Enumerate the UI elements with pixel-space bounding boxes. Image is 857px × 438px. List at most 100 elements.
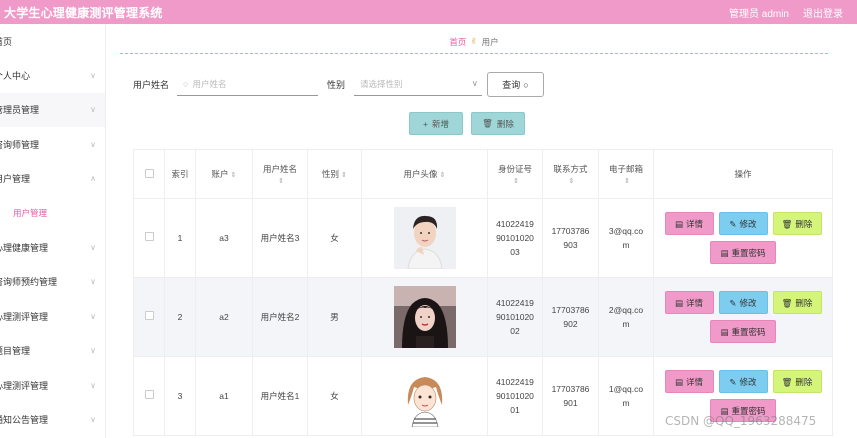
pencil-icon: ✎ [729, 376, 737, 387]
sidebar-subitem-user-management[interactable]: 用户管理 [0, 196, 105, 230]
sidebar-item-counselor-management[interactable]: 咨询师管理 ∨ [0, 127, 105, 162]
cell-gender: 女 [307, 198, 362, 278]
cell-name: 用户姓名2 [252, 277, 308, 357]
header-index: 索引 [164, 149, 196, 199]
sidebar-item-mental-health[interactable]: 心理健康管理 ∨ [0, 230, 105, 265]
cell-email: 2@qq.co m [598, 277, 654, 357]
name-label: 用户姓名 [133, 79, 170, 90]
user-table: 索引 账户 ⇕ 用户姓名 ⇕ 性别 ⇕ 用户头像 ⇕ 身份证号 ⇕ 联系方式 ⇕ 电子邮箱 ⇕… [133, 149, 833, 436]
sidebar-item-label: 心理测评管理 [0, 380, 49, 391]
search-icon: ○ [523, 79, 529, 90]
header-email[interactable]: 电子邮箱 ⇕ [598, 149, 654, 199]
sidebar-item-label: 题目管理 [0, 346, 31, 357]
sort-icon[interactable]: ⇕ [278, 178, 284, 185]
name-search-placeholder: 用户姓名 [192, 78, 227, 89]
logout-button[interactable]: 退出登录 [803, 5, 843, 20]
chevron-down-icon: ∨ [90, 70, 96, 80]
header-select-all[interactable] [133, 149, 165, 199]
cell-id-number: 41022419 90101020 01 [487, 356, 543, 436]
doc-icon: ▤ [720, 326, 729, 337]
cell-index: 3 [164, 356, 196, 436]
sort-icon[interactable]: ⇕ [440, 172, 446, 179]
header-phone[interactable]: 联系方式 ⇕ [542, 149, 599, 199]
checkbox[interactable] [144, 168, 154, 178]
sidebar-item-assessment-2[interactable]: 心理测评管理 ∨ [0, 368, 105, 403]
delete-button[interactable]: 🗑 删除 [772, 370, 822, 393]
sidebar-item-personal-center[interactable]: 个人中心 ∨ [0, 58, 105, 93]
checkbox[interactable] [144, 311, 154, 320]
avatar [393, 207, 456, 269]
name-search-input[interactable]: ○ 用户姓名 [177, 72, 319, 96]
reset-password-button[interactable]: ▤ 重置密码 [710, 320, 776, 343]
sidebar-subitem-label: 用户管理 [13, 208, 48, 218]
header-name[interactable]: 用户姓名 ⇕ [252, 149, 308, 199]
sidebar-item-admin-management[interactable]: 管理员管理 ∨ [0, 92, 105, 127]
trash-icon: 🗑 [781, 218, 793, 229]
sidebar-item-notices[interactable]: 通知公告管理 ∨ [0, 403, 105, 438]
breadcrumb: 首页 ✌ 用户 [120, 30, 828, 54]
query-button-label: 查询 [502, 80, 521, 90]
batch-delete-button[interactable]: 🗑 删除 [471, 112, 525, 135]
sort-icon[interactable]: ⇕ [341, 172, 347, 179]
header-id-number[interactable]: 身份证号 ⇕ [487, 149, 543, 199]
query-button[interactable]: 查询 ○ [487, 72, 544, 97]
header-gender[interactable]: 性别 ⇕ [307, 149, 362, 199]
cell-email: 1@qq.co m [598, 356, 654, 436]
row-checkbox-cell[interactable] [133, 356, 165, 436]
row-checkbox-cell[interactable] [133, 198, 165, 278]
table-row: 1 a3 用户姓名3 女 41022419 90101020 03 177037… [133, 198, 833, 278]
cell-email: 3@qq.co m [598, 198, 654, 278]
row-checkbox-cell[interactable] [133, 277, 165, 357]
sort-icon[interactable]: ⇕ [513, 178, 519, 185]
sidebar: 首页 个人中心 ∨ 管理员管理 ∨ 咨询师管理 ∨ 用户管理 ∧ 用户管理 心理健康管理… [0, 24, 106, 438]
doc-icon: ▤ [720, 247, 729, 258]
delete-button[interactable]: 🗑 删除 [772, 291, 822, 314]
chevron-down-icon: ∨ [90, 242, 96, 252]
sidebar-item-label: 用户管理 [0, 174, 31, 185]
trash-icon: 🗑 [781, 376, 793, 387]
sidebar-item-label: 管理员管理 [0, 105, 40, 116]
sidebar-item-label: 咨询师管理 [0, 139, 40, 150]
sidebar-item-home[interactable]: 首页 [0, 24, 105, 58]
edit-button[interactable]: ✎ 修改 [718, 212, 768, 235]
sidebar-item-questions[interactable]: 题目管理 ∨ [0, 334, 105, 369]
top-header: 大学生心理健康测评管理系统 管理员 admin 退出登录 [0, 0, 857, 24]
delete-button[interactable]: 🗑 删除 [772, 212, 822, 235]
add-button[interactable]: + 新增 [409, 112, 463, 135]
edit-button[interactable]: ✎ 修改 [718, 291, 768, 314]
cell-actions: ▤ 详情 ✎ 修改 🗑 删除 ▤ 重置密码 [653, 277, 833, 357]
chevron-down-icon: ∨ [90, 105, 96, 115]
sort-icon[interactable]: ⇕ [231, 172, 237, 179]
sidebar-item-assessment[interactable]: 心理测评管理 ∨ [0, 299, 105, 334]
edit-button[interactable]: ✎ 修改 [718, 370, 768, 393]
detail-button[interactable]: ▤ 详情 [664, 212, 714, 235]
sidebar-item-appointments[interactable]: 咨询师预约管理 ∨ [0, 265, 105, 300]
sidebar-item-label: 首页 [0, 36, 13, 47]
cell-index: 2 [164, 277, 196, 357]
trash-icon: 🗑 [781, 297, 793, 308]
trash-icon: 🗑 [482, 118, 493, 128]
cell-phone: 17703786 902 [542, 277, 599, 357]
detail-button[interactable]: ▤ 详情 [664, 370, 714, 393]
cell-name: 用户姓名1 [252, 356, 308, 436]
gender-select[interactable]: 请选择性别 ∨ [354, 72, 483, 96]
search-bar: 用户姓名 ○ 用户姓名 性别 请选择性别 ∨ [133, 72, 483, 96]
detail-button[interactable]: ▤ 详情 [664, 291, 714, 314]
doc-icon: ▤ [674, 376, 683, 387]
cell-phone: 17703786 903 [542, 198, 599, 278]
header-account[interactable]: 账户 ⇕ [195, 149, 253, 199]
breadcrumb-current: 用户 [481, 36, 499, 47]
sort-icon[interactable]: ⇕ [624, 178, 630, 185]
cell-phone: 17703786 901 [542, 356, 599, 436]
reset-password-button[interactable]: ▤ 重置密码 [710, 241, 776, 264]
checkbox[interactable] [144, 232, 154, 241]
add-button-label: 新增 [431, 118, 449, 129]
admin-label: 管理员 admin [728, 8, 789, 20]
sort-icon[interactable]: ⇕ [569, 178, 575, 185]
header-avatar[interactable]: 用户头像 ⇕ [361, 149, 488, 199]
sidebar-item-user-management[interactable]: 用户管理 ∧ [0, 162, 105, 197]
breadcrumb-home[interactable]: 首页 [449, 36, 466, 48]
checkbox[interactable] [144, 390, 154, 399]
cell-name: 用户姓名3 [252, 198, 308, 278]
cell-actions: ▤ 详情 ✎ 修改 🗑 删除 ▤ 重置密码 [653, 198, 833, 278]
